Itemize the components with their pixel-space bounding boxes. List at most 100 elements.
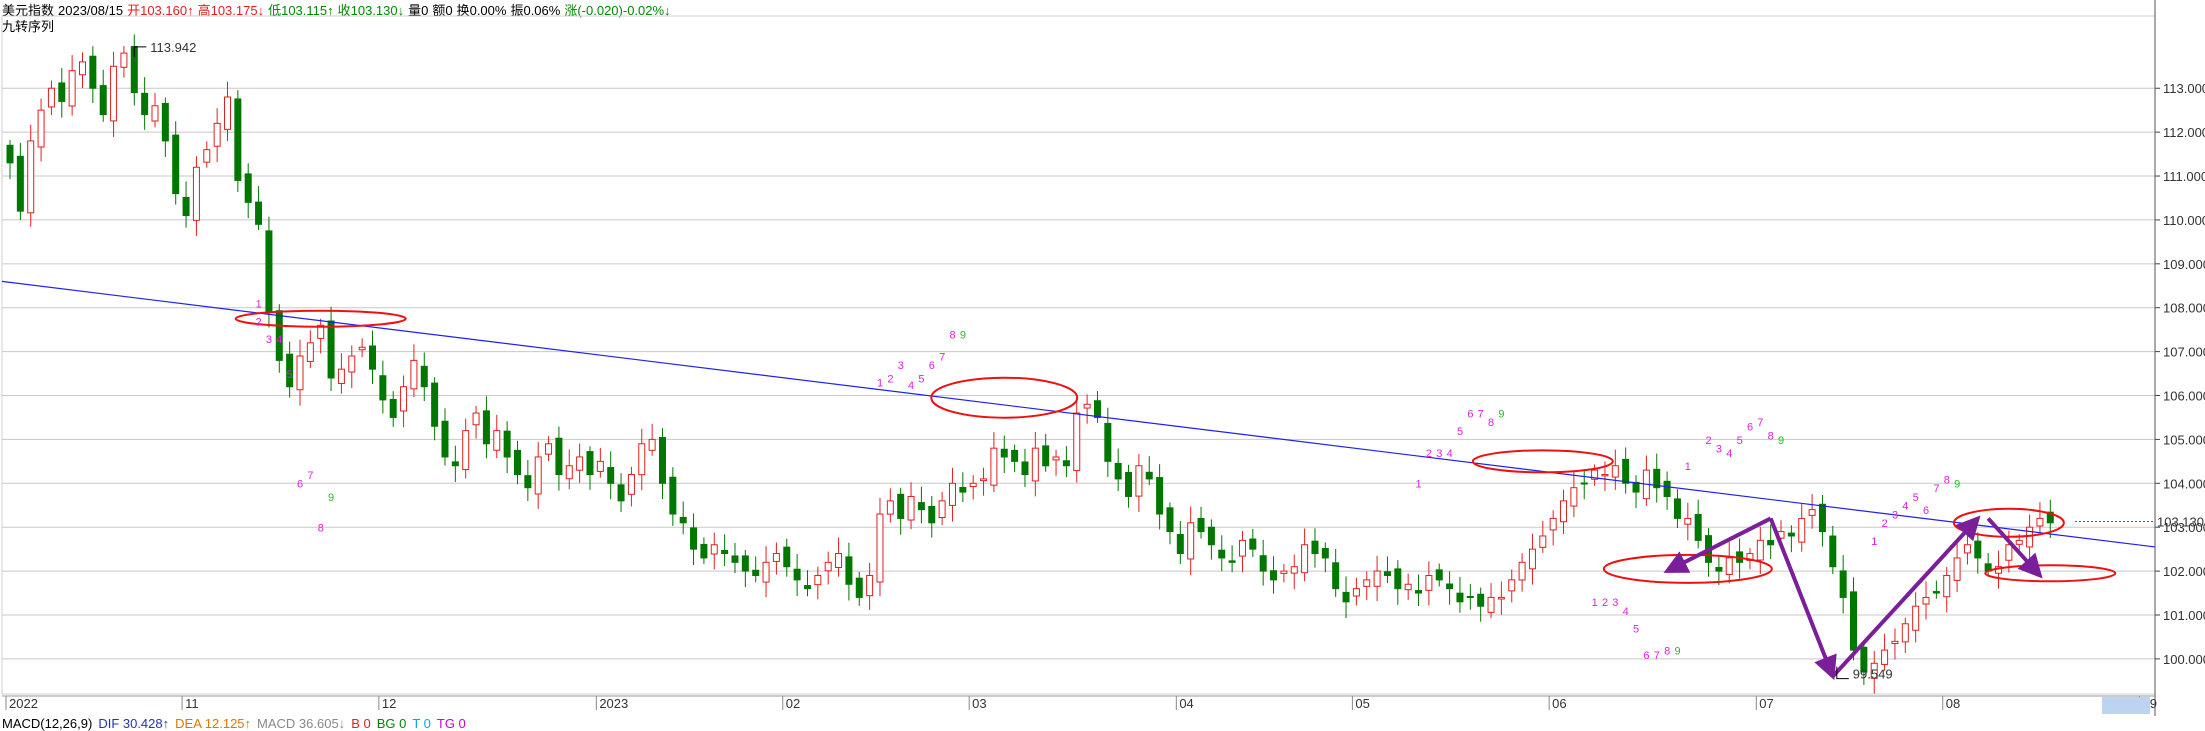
candle-up [1373,570,1381,587]
td-sequential-count: 4 [1623,606,1629,618]
y-tick-label: 101.000 [2163,608,2205,623]
plot-frame [1,15,2156,695]
highlight-ellipse [930,376,1079,419]
candle-up [1083,403,1091,409]
candle-down [389,398,397,418]
candle-down [1829,535,1837,568]
candle-down [1125,471,1133,497]
candle-down [658,437,666,484]
candle-down [1477,593,1485,607]
candle-down [420,365,428,388]
candle-up [1539,535,1547,548]
candle-down [6,144,14,164]
td-sequential-count: 8 [949,329,955,341]
candle-up [1901,623,1909,643]
td-sequential-count: 8 [1488,417,1494,429]
candle-up [2036,517,2044,527]
candle-up [948,482,956,506]
candle-down [1011,449,1019,462]
candle-down [690,527,698,550]
candle-up [1508,579,1516,592]
candle-down [327,320,335,379]
td-sequential-count: 3 [266,334,272,346]
y-tick-label: 107.000 [2163,345,2205,360]
candle-up [876,513,884,583]
candle-up [68,70,76,107]
candle-down [607,467,615,484]
candle-down [234,98,242,181]
candle-up [1031,447,1039,482]
td-sequential-count: 7 [1478,408,1484,420]
candle-down [803,585,811,590]
td-sequential-count: 7 [1933,483,1939,495]
candle-down [679,516,687,524]
x-tick-label: 06 [1552,696,1566,711]
candle-down [513,449,521,476]
td-sequential-count: 2 [887,373,893,385]
td-sequential-count: 1 [1416,479,1422,491]
candle-down [1663,480,1671,497]
candle-down [555,437,563,476]
candle-up [534,456,542,495]
candle-down [1228,560,1236,563]
candle-up [2026,526,2034,548]
candle-down [58,82,66,102]
td-sequential-count: 5 [1913,492,1919,504]
td-sequential-count: 4 [1447,448,1453,460]
x-tick-label: 02 [786,696,800,711]
candle-down [1000,448,1008,458]
dif-value: DIF 30.428↑ [98,716,170,731]
candle-up [472,412,480,426]
candle-up [1280,570,1288,574]
td-sequential-count: 1 [256,299,262,311]
low-marker-label: 99.549 [1853,667,1893,682]
candle-down [793,568,801,581]
candle-up [824,561,832,572]
candle-up [1528,548,1536,570]
candle-up [1808,509,1816,516]
candle-up [969,482,977,487]
candle-down [1176,534,1184,555]
candle-up [1135,465,1143,497]
candle-down [586,451,594,476]
candle-up [1052,456,1060,461]
candle-down [1787,532,1795,537]
candle-up [648,438,656,451]
x-tick-label: 04 [1179,696,1193,711]
candle-up [835,553,843,569]
candle-up [1518,561,1526,581]
td-sequential-count: 6 [297,479,303,491]
candle-up [37,109,45,148]
candlestick-chart[interactable]: 100.000101.000102.000103.000104.000105.0… [0,0,2205,716]
candle-down [1850,591,1858,651]
td-sequential-count: 6 [929,360,935,372]
last-price-label: 103.130 [2157,514,2204,529]
candle-up [1549,517,1557,531]
td-sequential-count: 9 [1778,435,1784,447]
candle-down [1311,540,1319,555]
candle-up [1798,517,1806,543]
td-sequential-count: 6 [1643,650,1649,662]
candle-up [866,574,874,597]
candle-up [814,574,822,586]
candle-up [1601,474,1609,477]
td-sequential-count: 4 [276,334,282,346]
td-sequential-count: 9 [1954,479,1960,491]
candle-up [1570,487,1578,507]
candle-down [1342,591,1350,603]
td-sequential-count: 5 [287,369,293,381]
td-sequential-count: 3 [1716,444,1722,456]
candle-up [1881,649,1889,665]
candle-down [431,382,439,427]
candle-up [223,96,231,130]
candle-down [1622,458,1630,484]
candle-up [47,87,55,108]
y-tick-label: 109.000 [2163,257,2205,272]
candle-down [700,543,708,559]
candle-up [1891,640,1899,645]
candle-down [741,555,749,572]
candle-down [917,502,925,511]
candle-up [576,456,584,471]
candle-down [1042,445,1050,467]
td-sequential-count: 8 [1944,474,1950,486]
